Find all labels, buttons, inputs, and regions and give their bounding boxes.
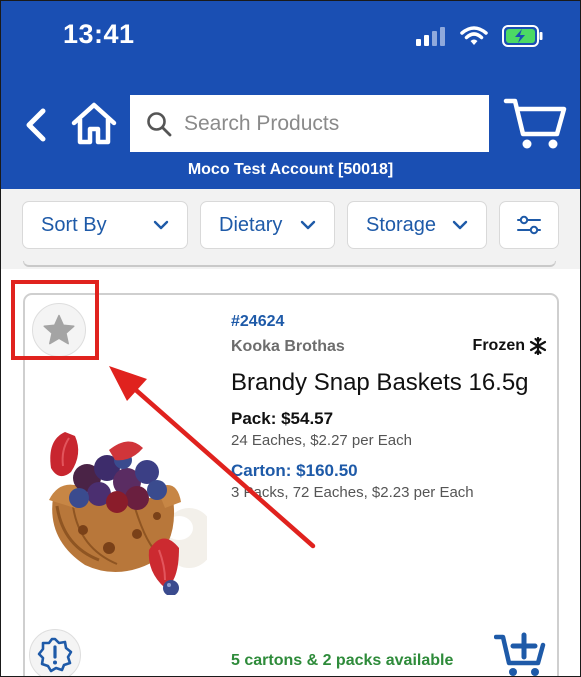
home-button[interactable] xyxy=(69,99,119,147)
carton-detail: 3 Packs, 72 Eaches, $2.23 per Each xyxy=(231,484,474,501)
app-screen: 13:41 Search Products Moco Test Account … xyxy=(0,0,581,677)
back-button[interactable] xyxy=(17,105,55,145)
filter-bar: Sort By Dietary Storage xyxy=(1,189,580,269)
previous-card-edge xyxy=(23,261,556,267)
storage-tag: Frozen xyxy=(473,337,547,355)
product-card[interactable]: #24624 Kooka Brothas Frozen Brandy Snap … xyxy=(23,293,559,676)
home-icon xyxy=(71,102,117,145)
snowflake-icon xyxy=(529,337,547,355)
annotation-highlight-box xyxy=(11,280,99,360)
wifi-icon xyxy=(460,25,488,52)
sort-by-dropdown[interactable]: Sort By xyxy=(22,201,188,249)
account-name[interactable]: Moco Test Account [50018] xyxy=(1,161,580,179)
cart-icon xyxy=(503,98,567,149)
product-name[interactable]: Brandy Snap Baskets 16.5g xyxy=(231,369,529,397)
carton-price: Carton: $160.50 xyxy=(231,461,358,480)
dietary-dropdown[interactable]: Dietary xyxy=(200,201,335,249)
pack-detail: 24 Eaches, $2.27 per Each xyxy=(231,432,412,449)
product-image[interactable] xyxy=(39,420,215,596)
search-input[interactable] xyxy=(182,110,476,137)
signal-icon xyxy=(416,26,446,51)
cart-button[interactable] xyxy=(501,95,569,153)
status-time: 13:41 xyxy=(63,19,135,49)
add-to-cart-icon xyxy=(494,632,546,676)
dietary-label: Dietary xyxy=(219,213,283,236)
add-to-cart-button[interactable] xyxy=(493,629,549,676)
battery-icon xyxy=(502,25,544,52)
chevron-down-icon xyxy=(300,220,316,230)
alert-button[interactable] xyxy=(29,629,81,676)
alert-icon xyxy=(37,637,73,673)
product-brand: Kooka Brothas xyxy=(231,338,345,355)
search-field[interactable] xyxy=(130,95,489,152)
filter-settings-button[interactable] xyxy=(499,201,559,249)
sort-by-label: Sort By xyxy=(41,213,107,236)
storage-label: Storage xyxy=(366,213,437,236)
storage-type-label: Frozen xyxy=(472,337,525,354)
search-icon xyxy=(147,111,172,136)
app-header: 13:41 Search Products Moco Test Account … xyxy=(1,1,580,189)
storage-dropdown[interactable]: Storage xyxy=(347,201,487,249)
status-icons xyxy=(416,25,544,52)
back-icon xyxy=(26,108,46,142)
filter-settings-icon xyxy=(517,215,541,235)
product-code: #24624 xyxy=(231,313,285,330)
availability-text: 5 cartons & 2 packs available xyxy=(231,652,454,669)
pack-price: Pack: $54.57 xyxy=(231,409,334,428)
chevron-down-icon xyxy=(153,220,169,230)
chevron-down-icon xyxy=(452,220,468,230)
